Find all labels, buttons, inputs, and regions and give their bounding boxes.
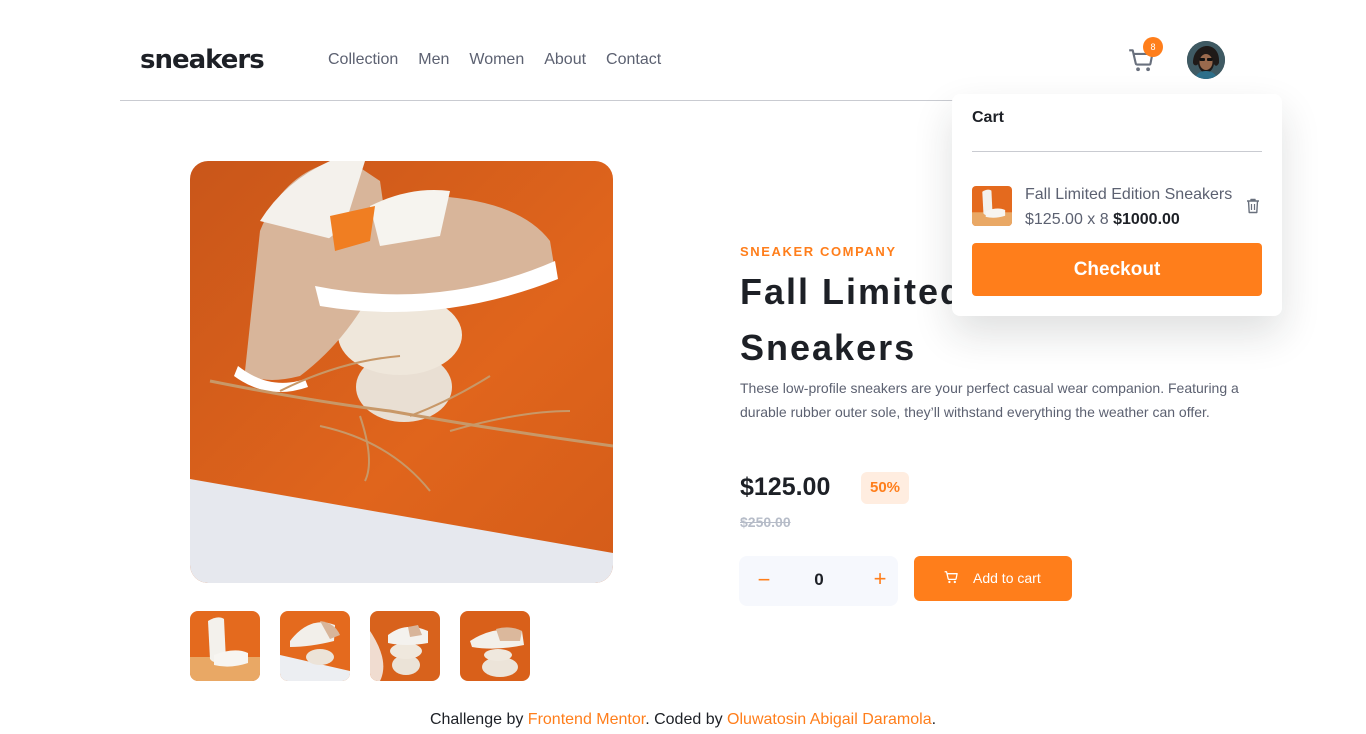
add-to-cart-label: Add to cart [973,570,1041,586]
thumbnail-1[interactable] [190,611,260,681]
cart-item-name: Fall Limited Edition Sneakers [1025,186,1233,203]
thumbnail-2[interactable] [280,611,350,681]
thumbnail-image [280,611,350,681]
cart-dropdown: Cart Fall Limited Edition Sneakers $125.… [952,94,1282,316]
cart-item-price-line: $125.00 x 8 $1000.00 [1025,211,1180,229]
quantity-stepper: − 0 + [739,556,898,606]
thumbnail-list [190,611,550,681]
discount-badge: 50% [861,472,909,504]
author-link[interactable]: Oluwatosin Abigail Daramola [727,711,932,728]
thumbnail-4[interactable] [460,611,530,681]
brand-logo[interactable]: sneakers [140,44,265,76]
increment-button[interactable]: + [865,564,895,594]
thumbnail-image [460,611,530,681]
product-main-image[interactable] [190,161,613,583]
nav-link-contact[interactable]: Contact [606,50,661,70]
cart-item-total: $1000.00 [1113,211,1180,228]
current-price: $125.00 [740,473,831,501]
attribution-footer: Challenge by Frontend Mentor. Coded by O… [0,710,1366,730]
user-avatar[interactable] [1187,41,1225,79]
original-price: $250.00 [740,514,791,530]
nav-link-women[interactable]: Women [469,50,524,70]
cart-title: Cart [972,109,1005,126]
frontend-mentor-link[interactable]: Frontend Mentor [528,711,645,728]
nav-link-men[interactable]: Men [418,50,449,70]
footer-prefix: Challenge by [429,711,524,728]
cart-item-unit-price: $125.00 x 8 [1025,211,1109,228]
product-title-line-2: Sneakers [740,327,917,368]
thumbnail-image [190,611,260,681]
nav-link-about[interactable]: About [544,50,586,70]
cart-count-badge: 8 [1143,37,1163,57]
cart-icon [944,571,958,584]
company-label: SNEAKER COMPANY [740,244,897,259]
cart-item-thumbnail [972,186,1012,226]
delete-item-button[interactable] [1246,198,1260,219]
footer-middle: . Coded by [645,711,723,728]
trash-icon [1247,198,1259,214]
checkout-button[interactable]: Checkout [972,243,1262,296]
sneaker-photo [190,161,613,583]
cart-button[interactable]: 8 [1126,37,1163,76]
cart-item-image [972,186,1012,226]
thumbnail-image [370,611,440,681]
main-nav: Collection Men Women About Contact [328,50,681,70]
decrement-button[interactable]: − [749,565,779,595]
product-description: These low-profile sneakers are your perf… [740,380,1239,420]
footer-suffix: . [931,711,937,728]
quantity-value: 0 [814,570,824,589]
add-to-cart-button[interactable]: Add to cart [914,556,1072,601]
avatar-image [1187,41,1225,79]
cart-divider [972,151,1262,152]
nav-link-collection[interactable]: Collection [328,50,398,70]
thumbnail-3[interactable] [370,611,440,681]
site-header: sneakers Collection Men Women About Cont… [120,0,1226,101]
